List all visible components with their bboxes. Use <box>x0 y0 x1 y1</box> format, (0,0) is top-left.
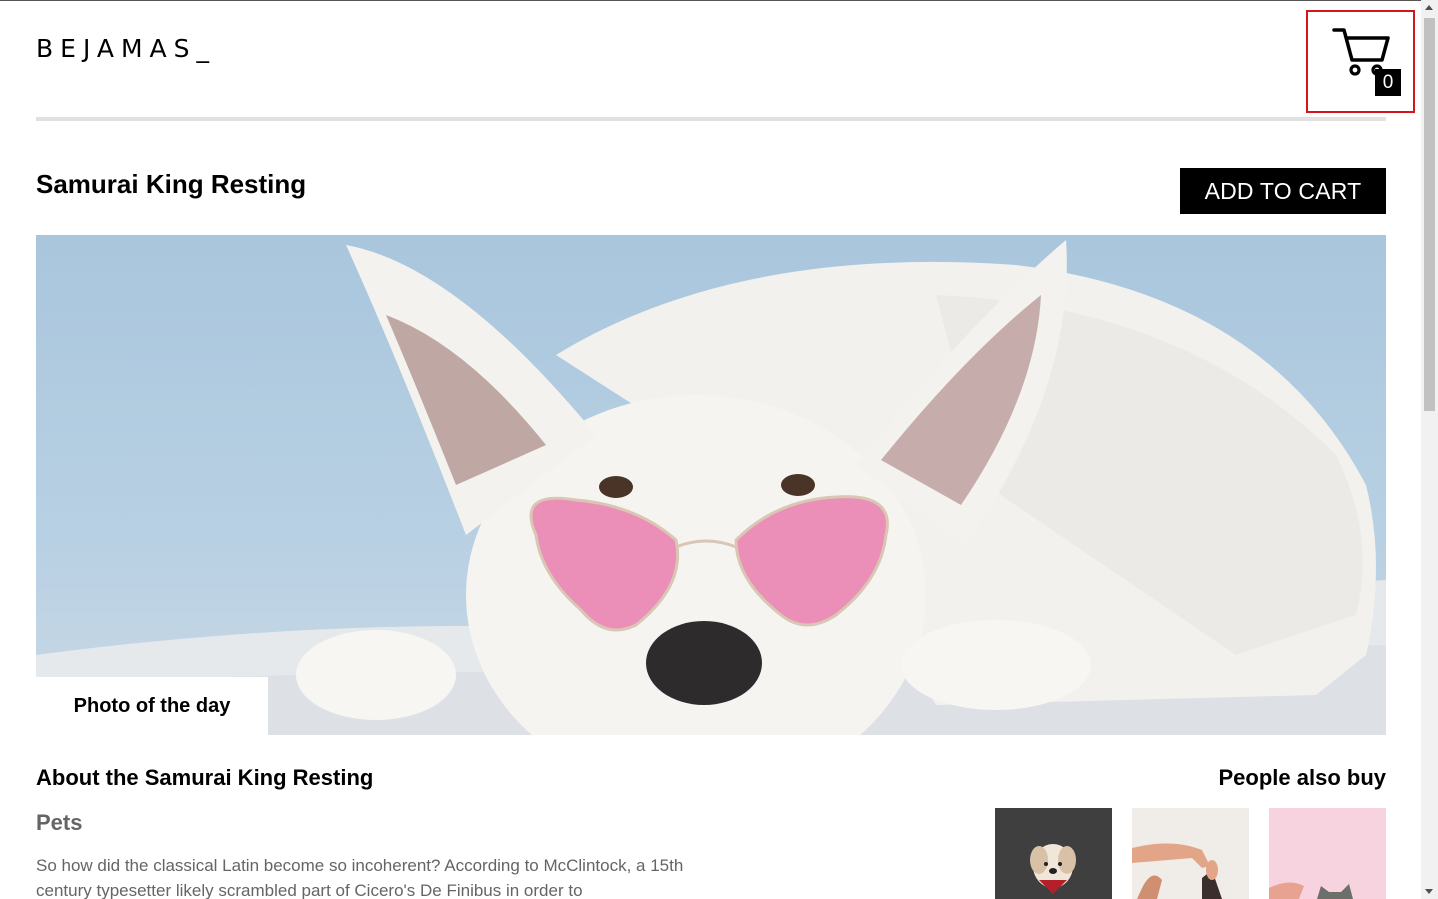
header-divider <box>36 117 1386 121</box>
photo-of-the-day-label: Photo of the day <box>36 677 268 735</box>
people-also-buy-title: People also buy <box>1218 765 1387 790</box>
scroll-up-arrow-icon[interactable] <box>1425 5 1433 10</box>
page-scrollbar[interactable] <box>1421 0 1438 899</box>
brand-logo[interactable]: BEJAMAS_ <box>36 34 216 64</box>
featured-product-image <box>36 235 1386 735</box>
related-product-thumbnail[interactable] <box>1132 808 1249 899</box>
about-section-title: About the Samurai King Resting <box>36 765 374 790</box>
product-category: Pets <box>36 810 83 835</box>
product-title: Samurai King Resting <box>36 169 307 199</box>
related-product-thumbnail[interactable] <box>995 808 1112 899</box>
window-top-border <box>0 0 1438 1</box>
add-to-cart-button[interactable]: ADD TO CART <box>1180 168 1386 214</box>
cart-count-badge: 0 <box>1375 69 1401 96</box>
scroll-down-arrow-icon[interactable] <box>1425 889 1433 894</box>
scrollbar-thumb[interactable] <box>1424 18 1435 411</box>
product-description: So how did the classical Latin become so… <box>36 856 684 899</box>
cart-button[interactable]: 0 <box>1306 10 1415 113</box>
related-product-thumbnail[interactable] <box>1269 808 1386 899</box>
